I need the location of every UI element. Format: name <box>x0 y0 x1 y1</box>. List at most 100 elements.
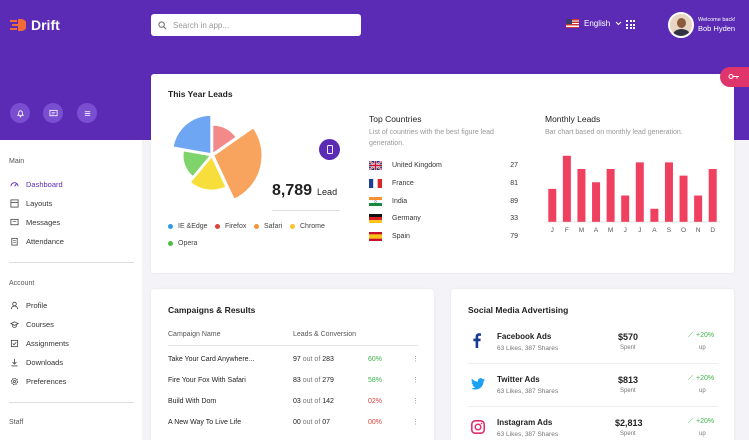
more-icon[interactable]: ⋮ <box>412 376 419 384</box>
layout-icon <box>10 199 19 208</box>
country-name: United Kingdom <box>392 162 442 169</box>
conversion-rate: 00% <box>368 418 383 426</box>
country-row: Spain 79 <box>369 232 518 241</box>
sidebar-item-messages[interactable]: Messages <box>10 218 60 227</box>
ad-amount: $570 <box>618 332 639 342</box>
sidebar-item-label: Preferences <box>26 377 67 386</box>
conversion-rate: 60% <box>368 355 383 363</box>
sidebar-item-label: Assignments <box>26 339 69 348</box>
leads-value: 03 <box>293 397 301 405</box>
facebook-icon <box>473 333 481 348</box>
total-value: 07 <box>322 418 331 426</box>
list-icon <box>84 110 90 116</box>
ad-change: +20% <box>696 418 715 425</box>
bar-J-5 <box>621 195 630 222</box>
more-icon[interactable]: ⋮ <box>412 397 419 405</box>
sidebar-item-dashboard[interactable]: Dashboard <box>10 180 63 189</box>
ad-name: Facebook Ads <box>497 332 552 341</box>
ad-trend: up <box>699 345 706 351</box>
country-value: 79 <box>510 233 518 240</box>
ad-change: +20% <box>696 375 715 382</box>
leads-value: 00 <box>293 418 301 426</box>
ad-amount: $813 <box>618 375 639 385</box>
x-tick-label: J <box>624 227 627 234</box>
ad-name: Instagram Ads <box>497 418 553 427</box>
twitter-icon <box>471 378 485 390</box>
download-icon <box>11 358 18 367</box>
sidebar-item-preferences[interactable]: Preferences <box>10 377 66 386</box>
bar-J-0 <box>548 188 557 222</box>
user-icon <box>10 301 19 310</box>
messages-button[interactable] <box>43 103 63 123</box>
table-row[interactable]: Take Your Card Anywhere... 97 out of 283… <box>168 355 420 364</box>
table-row[interactable]: A New Way To Live Life 00 out of 07 00% … <box>168 418 420 427</box>
chat-icon <box>48 109 58 116</box>
sidebar-item-profile[interactable]: Profile <box>10 301 47 310</box>
settings-toggle-button[interactable] <box>720 67 749 87</box>
table-row[interactable]: Build With Dom 03 out of 142 02% ⋮ <box>168 397 420 406</box>
sidebar-item-label: Downloads <box>26 358 64 367</box>
sidebar: Main Dashboard Layouts Messages Attendan… <box>0 140 142 440</box>
ad-name: Twitter Ads <box>497 375 540 384</box>
ad-trend: up <box>699 431 706 437</box>
social-row-facebook[interactable]: Facebook Ads 63 Likes, 387 Shares $570 S… <box>468 327 718 361</box>
sidebar-item-downloads[interactable]: Downloads <box>10 358 63 367</box>
legend-item-opera: Opera <box>168 240 197 247</box>
x-tick-label: D <box>710 227 715 234</box>
india-flag-icon <box>369 197 382 206</box>
campaign-name: Fire Your Fox With Safari <box>168 376 246 384</box>
ad-spent-label: Spent <box>620 345 636 351</box>
country-value: 81 <box>510 180 518 187</box>
instagram-icon <box>471 420 485 434</box>
x-tick-label: A <box>652 227 657 234</box>
sidebar-item-label: Dashboard <box>26 180 63 189</box>
trend-up-icon: ⟋ <box>688 418 693 425</box>
x-tick-label: F <box>565 227 569 234</box>
sidebar-divider <box>9 262 134 263</box>
notifications-button[interactable] <box>10 103 30 123</box>
trend-up-icon: ⟋ <box>688 375 693 382</box>
avatar[interactable] <box>668 12 694 38</box>
x-tick-label: O <box>681 227 686 234</box>
search-input[interactable] <box>173 20 343 30</box>
bar-M-4 <box>606 169 615 222</box>
more-icon[interactable]: ⋮ <box>412 355 419 363</box>
legend-label: Safari <box>264 223 283 230</box>
lead-count: 8,789 <box>272 182 313 199</box>
search-box[interactable] <box>151 14 361 36</box>
apps-grid-icon[interactable] <box>626 20 635 29</box>
gear-icon <box>10 377 19 386</box>
campaign-name: Take Your Card Anywhere... <box>168 355 255 363</box>
sidebar-item-attendance[interactable]: Attendance <box>10 237 64 246</box>
legend-item-chrome: Chrome <box>290 223 325 230</box>
social-row-twitter[interactable]: Twitter Ads 63 Likes, 387 Shares $813 Sp… <box>468 370 718 404</box>
more-icon[interactable]: ⋮ <box>412 418 419 426</box>
sidebar-item-layouts[interactable]: Layouts <box>10 199 52 208</box>
legend-label: IE &Edge <box>178 223 208 230</box>
phone-button[interactable] <box>319 139 340 160</box>
leads-value: 83 <box>293 376 301 384</box>
user-greeting: Welcome back! Bob Hyden <box>698 17 736 33</box>
list-button[interactable] <box>77 103 97 123</box>
total-value: 283 <box>322 355 334 363</box>
monthly-bar-chart: JFMAMJJASOND <box>545 155 720 234</box>
lead-count-label: Lead <box>317 187 338 197</box>
table-row[interactable]: Fire Your Fox With Safari 83 out of 279 … <box>168 376 420 385</box>
ad-spent-label: Spent <box>620 388 636 394</box>
country-row: Germany 33 <box>369 214 518 223</box>
social-row-instagram[interactable]: Instagram Ads 63 Likes, 387 Shares $2,81… <box>468 413 718 440</box>
brand-logo[interactable]: Drift <box>10 17 60 33</box>
sidebar-section-main: Main <box>9 158 25 165</box>
chevron-down-icon <box>615 21 622 26</box>
country-value: 27 <box>510 162 518 169</box>
sidebar-item-assignments[interactable]: Assignments <box>10 339 69 348</box>
language-selector[interactable]: English <box>566 19 622 28</box>
ad-trend: up <box>699 388 706 394</box>
legend-label: Chrome <box>300 223 325 230</box>
conversion-rate: 58% <box>368 376 383 384</box>
legend-item-ie: IE &Edge <box>168 223 208 230</box>
monthly-subtitle: Bar chart based on monthly lead generati… <box>545 129 683 136</box>
sidebar-item-courses[interactable]: Courses <box>10 320 54 329</box>
countries-title: Top Countries <box>369 114 422 124</box>
ad-stats: 63 Likes, 387 Shares <box>497 431 559 438</box>
